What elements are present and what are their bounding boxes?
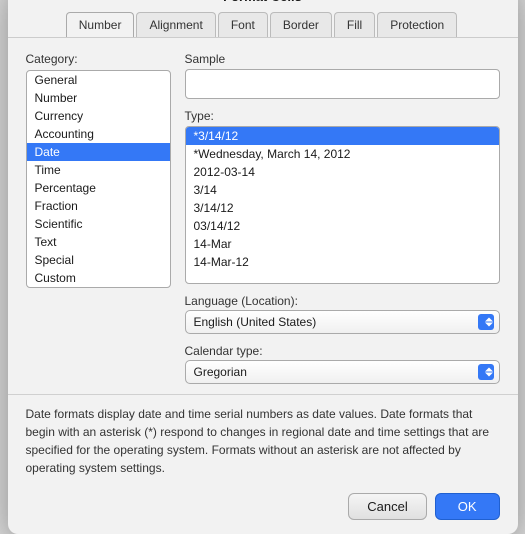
main-content: Category: General Number Currency Accoun… <box>8 38 518 394</box>
sample-box <box>185 69 500 99</box>
type-item-6[interactable]: 14-Mar <box>186 235 499 253</box>
tab-protection[interactable]: Protection <box>377 12 457 37</box>
language-section: Language (Location): English (United Sta… <box>185 294 500 334</box>
language-select[interactable]: English (United States)English (UK)Frenc… <box>185 310 500 334</box>
type-item-3[interactable]: 3/14 <box>186 181 499 199</box>
type-item-1[interactable]: *Wednesday, March 14, 2012 <box>186 145 499 163</box>
tab-font[interactable]: Font <box>218 12 268 37</box>
language-select-wrapper: English (United States)English (UK)Frenc… <box>185 310 500 334</box>
category-list: General Number Currency Accounting Date … <box>26 70 171 288</box>
tab-number[interactable]: Number <box>66 12 135 37</box>
description-text: Date formats display date and time seria… <box>8 394 518 485</box>
category-item-general[interactable]: General <box>27 71 170 89</box>
category-item-currency[interactable]: Currency <box>27 107 170 125</box>
category-label: Category: <box>26 52 171 66</box>
category-panel: Category: General Number Currency Accoun… <box>26 52 171 384</box>
language-label: Language (Location): <box>185 294 500 308</box>
category-item-percentage[interactable]: Percentage <box>27 179 170 197</box>
category-item-scientific[interactable]: Scientific <box>27 215 170 233</box>
category-item-text[interactable]: Text <box>27 233 170 251</box>
calendar-select-wrapper: GregorianBuddhistJapaneseHebrewPersian <box>185 360 500 384</box>
cancel-button[interactable]: Cancel <box>348 493 426 520</box>
calendar-select[interactable]: GregorianBuddhistJapaneseHebrewPersian <box>185 360 500 384</box>
footer: Cancel OK <box>8 485 518 534</box>
type-item-2[interactable]: 2012-03-14 <box>186 163 499 181</box>
calendar-label: Calendar type: <box>185 344 500 358</box>
type-section: Type: *3/14/12 *Wednesday, March 14, 201… <box>185 109 500 284</box>
right-panel: Sample Type: *3/14/12 *Wednesday, March … <box>185 52 500 384</box>
type-label: Type: <box>185 109 500 123</box>
category-item-date[interactable]: Date <box>27 143 170 161</box>
sample-section: Sample <box>185 52 500 99</box>
tab-border[interactable]: Border <box>270 12 332 37</box>
sample-label: Sample <box>185 52 500 66</box>
category-item-special[interactable]: Special <box>27 251 170 269</box>
dialog-title: Format Cells <box>8 0 518 12</box>
ok-button[interactable]: OK <box>435 493 500 520</box>
type-item-7[interactable]: 14-Mar-12 <box>186 253 499 271</box>
type-item-4[interactable]: 3/14/12 <box>186 199 499 217</box>
calendar-section: Calendar type: GregorianBuddhistJapanese… <box>185 344 500 384</box>
category-item-fraction[interactable]: Fraction <box>27 197 170 215</box>
category-item-accounting[interactable]: Accounting <box>27 125 170 143</box>
format-cells-dialog: Format Cells Number Alignment Font Borde… <box>8 0 518 534</box>
tab-fill[interactable]: Fill <box>334 12 375 37</box>
category-item-time[interactable]: Time <box>27 161 170 179</box>
tab-alignment[interactable]: Alignment <box>136 12 215 37</box>
type-list[interactable]: *3/14/12 *Wednesday, March 14, 2012 2012… <box>185 126 500 284</box>
tab-bar: Number Alignment Font Border Fill Protec… <box>8 12 518 38</box>
category-item-custom[interactable]: Custom <box>27 269 170 287</box>
category-item-number[interactable]: Number <box>27 89 170 107</box>
type-item-0[interactable]: *3/14/12 <box>186 127 499 145</box>
type-item-5[interactable]: 03/14/12 <box>186 217 499 235</box>
